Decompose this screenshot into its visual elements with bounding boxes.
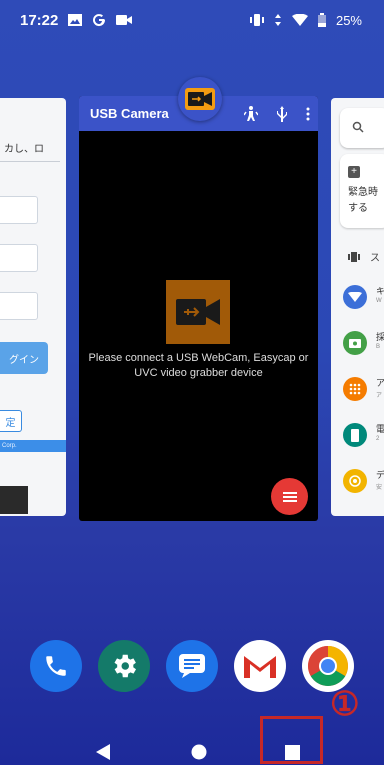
app-subtitle: 2 <box>376 436 380 442</box>
status-bar: 17:22 25% <box>0 0 384 40</box>
left-card-footer: Corp. <box>0 440 66 452</box>
status-time: 17:22 <box>20 11 59 29</box>
left-card-field <box>0 196 38 224</box>
vibrate-icon <box>348 251 360 262</box>
chrome-icon <box>308 646 348 686</box>
home-icon <box>191 744 207 760</box>
right-card-notice: + 緊急時 する <box>340 154 384 228</box>
menu-fab[interactable] <box>271 478 308 515</box>
google-icon <box>92 13 106 27</box>
app-icon-camera <box>343 331 367 355</box>
left-card-text: カし、ロ <box>4 144 44 155</box>
left-card-field <box>0 244 38 272</box>
app-title: ア <box>376 378 384 388</box>
message-icon <box>179 654 205 678</box>
recents-highlight-box <box>260 716 323 764</box>
home-button[interactable] <box>187 740 211 764</box>
app-title: デ <box>376 470 384 480</box>
data-arrows-icon <box>274 14 282 26</box>
right-card-notice-text: 緊急時 する <box>348 187 378 214</box>
settings-app-icon[interactable] <box>98 640 150 692</box>
left-card-divider <box>0 161 60 162</box>
vibrate-icon <box>249 14 264 26</box>
recent-app-card-usb-camera[interactable]: USB Camera Please connect a USB WebCam, … <box>79 96 318 521</box>
app-title: キ <box>376 286 384 296</box>
app-subtitle: B <box>376 344 381 350</box>
connect-message: Please connect a USB WebCam, Easycap or … <box>88 352 309 379</box>
app-icon-wifi <box>343 285 367 309</box>
usb-camera-app-icon[interactable] <box>178 77 222 121</box>
camera-placeholder-icon <box>166 280 230 344</box>
app-icon-wellbeing <box>343 469 367 493</box>
left-card-login-button: グイン <box>0 342 48 374</box>
gear-icon <box>114 654 136 678</box>
gmail-app-icon[interactable] <box>234 640 286 692</box>
app-icon-battery <box>343 423 367 447</box>
more-vert-icon[interactable] <box>306 107 310 121</box>
app-bar-actions <box>244 96 310 131</box>
back-button[interactable] <box>91 740 115 764</box>
menu-icon <box>282 491 297 502</box>
app-subtitle: 安 <box>376 485 383 491</box>
recent-app-card-right[interactable]: + 緊急時 する ス キ W 採 B ア ア 電 2 デ 安 <box>331 98 384 516</box>
recent-app-card-left[interactable]: カし、ロ グイン 定 Corp. <box>0 98 66 516</box>
left-card-field <box>0 292 38 320</box>
image-icon <box>68 14 83 26</box>
app-subtitle: ア <box>376 393 383 399</box>
app-icon-grid <box>343 377 367 401</box>
video-icon <box>116 14 133 26</box>
phone-app-icon[interactable] <box>30 640 82 692</box>
app-title: 電 <box>376 424 384 434</box>
status-right: 25% <box>249 12 362 28</box>
left-card-setting-button: 定 <box>0 410 22 432</box>
app-subtitle: W <box>376 298 382 304</box>
dock <box>30 640 374 696</box>
usb-icon[interactable] <box>276 105 288 122</box>
right-card-section-label: ス <box>370 253 380 264</box>
back-icon <box>96 744 110 760</box>
battery-icon <box>317 13 326 27</box>
status-left: 17:22 <box>20 11 133 29</box>
right-card-search <box>340 108 384 148</box>
step-annotation: ① <box>330 685 360 722</box>
app-title: USB Camera <box>90 106 169 121</box>
camera-icon <box>185 88 215 110</box>
navigation-bar <box>0 710 384 765</box>
left-card-dark-block <box>0 486 28 514</box>
wifi-icon <box>291 14 308 26</box>
plus-icon: + <box>348 166 360 178</box>
messages-app-icon[interactable] <box>166 640 218 692</box>
battery-percent: 25% <box>335 12 362 28</box>
right-card-section: ス <box>348 249 380 264</box>
phone-icon <box>46 656 66 676</box>
search-icon <box>352 121 364 133</box>
walk-icon[interactable] <box>244 105 258 122</box>
app-title: 採 <box>376 332 384 342</box>
gmail-icon <box>244 656 276 678</box>
